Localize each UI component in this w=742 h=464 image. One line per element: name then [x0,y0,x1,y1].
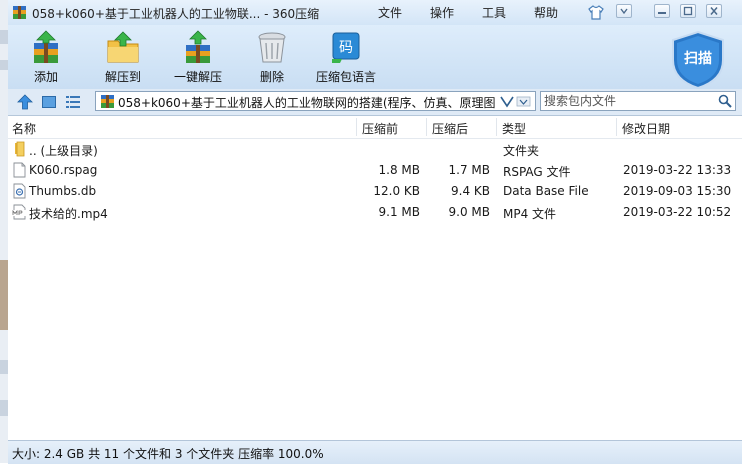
address-row: 058+k060+基于工业机器人的工业物联网的搭建(程序、仿真、原理图 ) [8,89,742,116]
menu-file[interactable]: 文件 [378,4,402,21]
close-button[interactable] [706,4,722,18]
add-archive-icon [34,30,58,63]
table-row[interactable]: 技术给的.mp4 9.1 MB 9.0 MB MP4 文件 2019-03-22… [8,202,742,223]
one-click-extract-icon [186,30,210,63]
delete-button[interactable]: 删除 [252,29,292,85]
add-button[interactable]: 添加 [26,29,66,85]
search-box[interactable] [540,91,736,111]
column-header-modified[interactable]: 修改日期 [622,120,670,137]
column-header-row: 名称 压缩前 压缩后 类型 修改日期 [8,116,742,139]
status-text: 大小: 2.4 GB 共 11 个文件和 3 个文件夹 压缩率 100.0% [12,447,324,461]
table-row[interactable]: Thumbs.db 12.0 KB 9.4 KB Data Base File … [8,181,742,202]
toolbar: 添加 解压到 一键解压 删除 码 压缩包语言 [8,25,742,89]
window-title: 058+k060+基于工业机器人的工业物联... - 360压缩 [32,7,320,21]
folder-icon [15,141,25,157]
skin-shirt-icon[interactable] [588,5,604,20]
column-header-name[interactable]: 名称 [12,120,36,137]
scan-button[interactable]: 扫描 [668,30,728,90]
address-path: 058+k060+基于工业机器人的工业物联网的搭建(程序、仿真、原理图 ) [118,96,498,110]
status-bar: 大小: 2.4 GB 共 11 个文件和 3 个文件夹 压缩率 100.0% [8,440,742,464]
search-icon[interactable] [718,94,732,108]
archive-language-button[interactable]: 码 压缩包语言 [313,29,379,85]
close-icon [710,7,718,15]
column-header-type[interactable]: 类型 [502,120,526,137]
list-view-icon[interactable] [65,94,81,110]
archive-icon [101,95,114,108]
extract-to-button[interactable]: 解压到 [101,29,145,85]
trash-can-icon [258,32,286,63]
svg-text:码: 码 [339,40,353,56]
menu-tools[interactable]: 工具 [482,4,506,21]
search-input[interactable] [544,93,710,109]
one-click-extract-button[interactable]: 一键解压 [170,29,226,85]
menu-help[interactable]: 帮助 [534,4,558,21]
table-row[interactable]: K060.rspag 1.8 MB 1.7 MB RSPAG 文件 2019-0… [8,160,742,181]
column-header-uncompressed[interactable]: 压缩后 [432,120,468,137]
menu-dropdown-button[interactable] [616,4,632,18]
extract-folder-icon [107,31,139,63]
table-row[interactable]: .. (上级目录) 文件夹 [8,139,742,160]
chevron-down-icon [620,8,628,15]
minimize-icon [658,12,666,14]
video-file-icon [12,204,27,220]
minimize-button[interactable] [654,4,670,18]
maximize-icon [683,6,693,16]
file-list: 名称 压缩前 压缩后 类型 修改日期 .. (上级目录) 文件夹 K060.rs… [8,116,742,440]
scan-label: 扫描 [684,51,712,67]
menu-operation[interactable]: 操作 [430,4,454,21]
large-icon-view-icon[interactable] [41,94,57,110]
maximize-button[interactable] [680,4,696,18]
address-bar[interactable]: 058+k060+基于工业机器人的工业物联网的搭建(程序、仿真、原理图 ) [95,91,536,111]
app-window: 058+k060+基于工业机器人的工业物联... - 360压缩 文件 操作 工… [8,0,742,464]
db-file-icon [13,183,26,199]
app-logo-icon [13,6,26,19]
address-dropdown-icon[interactable] [499,95,533,108]
title-bar: 058+k060+基于工业机器人的工业物联... - 360压缩 文件 操作 工… [8,0,742,25]
column-header-compressed[interactable]: 压缩前 [362,120,398,137]
up-arrow-icon[interactable] [17,94,33,110]
archive-language-icon: 码 [332,32,360,63]
file-icon [13,162,26,178]
